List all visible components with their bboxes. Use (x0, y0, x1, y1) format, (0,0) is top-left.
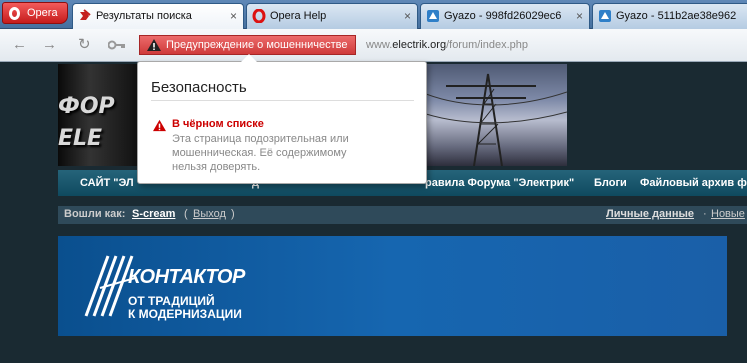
nav-site-link[interactable]: САЙТ "ЭЛ (80, 177, 134, 189)
logo-line: ФОР (58, 94, 115, 119)
opera-logo-icon (9, 7, 20, 20)
nav-file-archive-link[interactable]: Файловый архив ф (640, 177, 747, 189)
personal-data-link[interactable]: Личные данные (606, 208, 694, 220)
banner-tagline-2: К МОДЕРНИЗАЦИИ (128, 307, 242, 321)
tab-title: Opera Help (270, 10, 327, 22)
url-path: /forum/index.php (446, 39, 529, 51)
paren-open: ( (184, 208, 188, 220)
tab-gyazo-1[interactable]: Gyazo - 998fd26029ec6 × (420, 3, 590, 29)
reload-icon[interactable]: ↻ (78, 37, 91, 53)
opera-menu-label: Opera (27, 7, 58, 19)
search-results-icon (80, 9, 91, 20)
opera-menu-button[interactable]: Opera (2, 2, 68, 24)
banner-tagline-1: ОТ ТРАДИЦИЙ (128, 294, 215, 308)
close-tab-icon[interactable]: × (404, 9, 411, 23)
forum-logo-image: ФОР ELE (58, 64, 138, 166)
power-line-image (426, 64, 567, 166)
address-field[interactable]: www.electrik.org/forum/index.php (362, 35, 747, 55)
nav-forum-rules-link[interactable]: равила Форума "Электрик" (425, 177, 574, 189)
forward-icon[interactable]: → (42, 37, 57, 53)
banner-brand: КОНТАКТОР (128, 266, 245, 288)
url-domain: electrik.org (392, 39, 447, 51)
close-tab-icon[interactable]: × (230, 9, 237, 23)
logout-link[interactable]: Выход (193, 208, 226, 220)
separator: · (703, 208, 707, 220)
opera-icon (252, 9, 266, 23)
user-bar: Вошли как: S-cream ( Выход ) Личные данн… (58, 206, 747, 224)
popup-title: Безопасность (151, 79, 247, 96)
paren-close: ) (231, 208, 235, 220)
close-tab-icon[interactable]: × (576, 9, 583, 23)
tab-opera-help[interactable]: Opera Help × (246, 3, 418, 29)
url-prefix: www. (366, 39, 393, 51)
back-icon[interactable]: ← (12, 37, 27, 53)
advertising-banner[interactable]: КОНТАКТОР ОТ ТРАДИЦИЙ К МОДЕРНИЗАЦИИ (58, 236, 727, 336)
new-posts-link[interactable]: Новые (711, 208, 745, 220)
tab-strip: Opera Результаты поиска × Opera Help × G… (0, 0, 747, 30)
blacklist-heading: В чёрном списке (172, 118, 264, 130)
tab-title: Gyazo - 998fd26029ec6 (444, 10, 562, 22)
tab-title: Результаты поиска (96, 10, 192, 22)
popup-divider (151, 100, 414, 101)
username-link[interactable]: S-cream (132, 208, 175, 220)
logged-in-label: Вошли как: (64, 208, 126, 220)
fraud-warning-button[interactable]: Предупреждение о мошенничестве (139, 35, 356, 55)
tab-search-results[interactable]: Результаты поиска × (72, 3, 244, 30)
popup-pointer (241, 54, 257, 62)
nav-blogs-link[interactable]: Блоги (594, 177, 627, 189)
gyazo-icon (427, 10, 439, 22)
power-tower-icon (426, 73, 567, 166)
gyazo-icon (599, 10, 611, 22)
tab-title: Gyazo - 511b2ae38e962 (616, 10, 737, 22)
key-icon[interactable] (108, 39, 126, 51)
logo-line: ELE (58, 126, 103, 151)
fraud-warning-label: Предупреждение о мошенничестве (166, 39, 348, 51)
navigation-toolbar: ← → ↻ Предупреждение о мошенничестве www… (0, 29, 747, 62)
warning-icon (147, 39, 161, 51)
blacklist-description: Эта страница подозрительная или мошеннич… (172, 133, 349, 173)
warning-icon (153, 119, 166, 132)
tab-gyazo-2[interactable]: Gyazo - 511b2ae38e962 (592, 3, 747, 29)
security-popup: Безопасность В чёрном списке Эта страниц… (137, 54, 427, 184)
